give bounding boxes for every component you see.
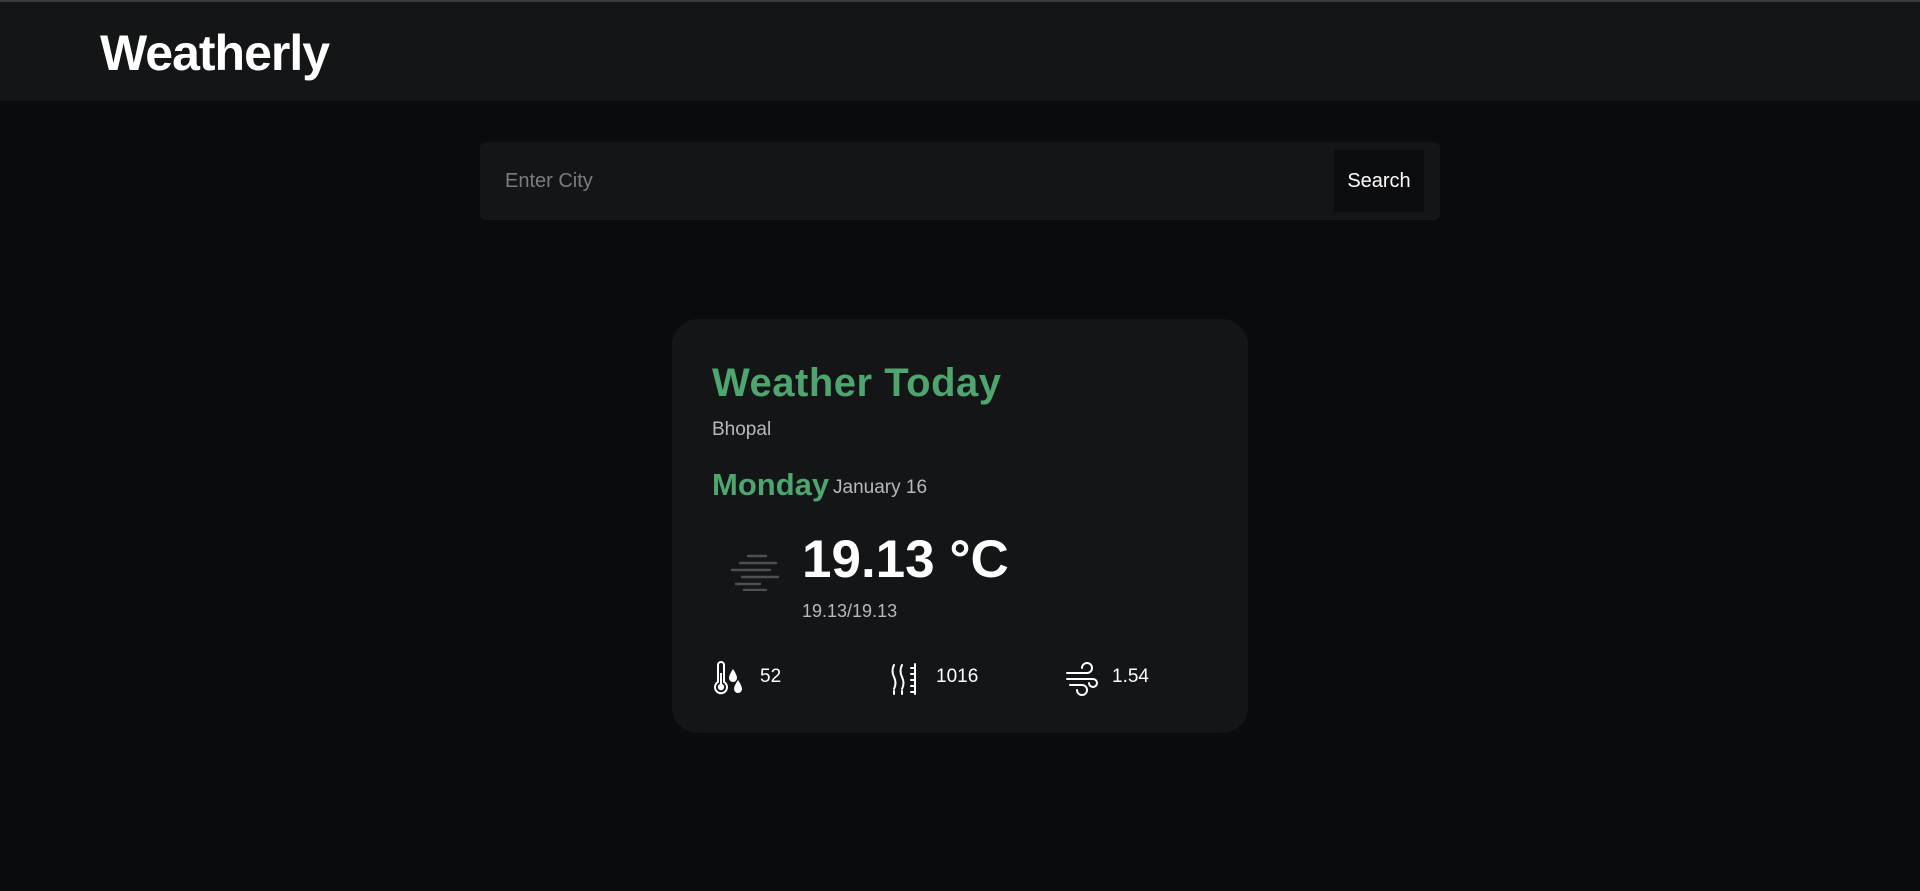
wind-value: 1.54 bbox=[1112, 666, 1149, 687]
humidity-icon bbox=[714, 661, 742, 695]
pressure-icon bbox=[891, 663, 916, 695]
day-name: Monday bbox=[712, 467, 830, 502]
min-max-temperature: 19.13/19.13 bbox=[802, 601, 898, 621]
card-title: Weather Today bbox=[712, 361, 1002, 405]
humidity-value: 52 bbox=[760, 666, 782, 687]
search-bar: Search bbox=[480, 142, 1440, 220]
wind-icon bbox=[1066, 662, 1098, 696]
date-label: January 16 bbox=[833, 477, 928, 498]
weather-card: Weather Today Bhopal Monday January 16 1… bbox=[672, 319, 1248, 733]
city-name: Bhopal bbox=[712, 419, 772, 440]
search-input[interactable] bbox=[480, 142, 1330, 220]
mist-icon bbox=[730, 554, 780, 591]
app-logo: Weatherly bbox=[100, 25, 330, 81]
temperature-value: 19.13 °C bbox=[802, 530, 1009, 589]
pressure-value: 1016 bbox=[936, 666, 979, 687]
search-button[interactable]: Search bbox=[1334, 150, 1424, 212]
app-header: Weatherly bbox=[0, 2, 1920, 101]
